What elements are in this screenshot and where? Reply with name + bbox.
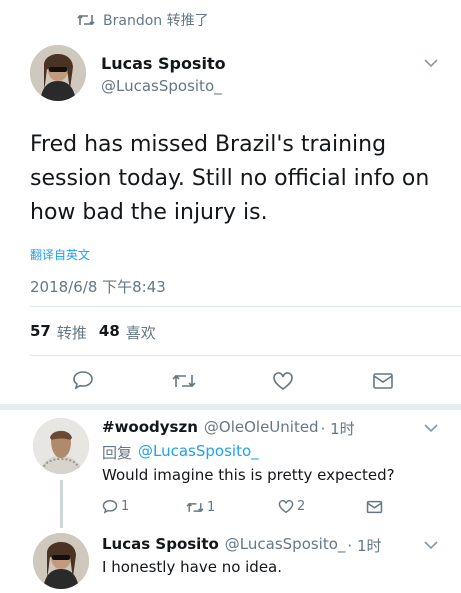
reply-icon[interactable]	[72, 370, 94, 390]
message-icon[interactable]	[366, 500, 383, 514]
retweet-icon[interactable]	[172, 372, 196, 390]
reply-icon[interactable]	[102, 499, 118, 514]
chevron-down-icon[interactable]	[423, 423, 439, 433]
like-icon[interactable]	[272, 371, 294, 391]
reply-header: #woodyszn @OleOleUnited · 1时	[102, 418, 355, 439]
author-name[interactable]: Lucas Sposito	[101, 54, 226, 73]
retweet-header: Brandon 转推了	[77, 10, 209, 30]
reply-prefix: 回复	[102, 444, 133, 462]
reply-text: Would imagine this is pretty expected?	[102, 466, 395, 484]
divider	[0, 404, 461, 410]
avatar[interactable]	[30, 45, 86, 101]
reply-context: 回复 @LucasSposito_	[102, 442, 259, 463]
avatar[interactable]	[33, 533, 89, 589]
reply-action-reply[interactable]: 1	[102, 499, 129, 514]
reply-author-name[interactable]: #woodyszn	[102, 418, 198, 439]
reply-author-handle[interactable]: @OleOleUnited	[204, 418, 319, 439]
retweet-count: 1	[207, 500, 216, 515]
retweet-header-text: Brandon 转推了	[103, 13, 209, 29]
retweet-icon	[77, 13, 95, 27]
retweet-count[interactable]: 57	[30, 322, 51, 343]
reply-author-handle[interactable]: @LucasSposito_	[225, 535, 346, 556]
reply-time[interactable]: · 1时	[321, 418, 355, 439]
chevron-down-icon[interactable]	[423, 540, 439, 550]
divider	[30, 355, 461, 356]
chevron-down-icon[interactable]	[423, 58, 439, 68]
reply-header: Lucas Sposito @LucasSposito_ · 1时	[102, 535, 382, 556]
retweet-icon[interactable]	[186, 501, 204, 514]
thread-line	[60, 480, 63, 528]
stats-row: 57 转推 48 喜欢	[30, 322, 156, 343]
message-icon[interactable]	[372, 372, 394, 390]
reply-mention[interactable]: @LucasSposito_	[138, 442, 259, 463]
like-count: 2	[297, 499, 306, 514]
like-icon[interactable]	[278, 499, 294, 514]
tweet-text: Fred has missed Brazil's training sessio…	[30, 132, 430, 225]
timestamp[interactable]: 2018/6/8 下午8:43	[30, 276, 166, 297]
like-count[interactable]: 48	[99, 322, 120, 343]
reply-count: 1	[121, 499, 130, 514]
reply-action-retweet[interactable]: 1	[186, 500, 215, 515]
reply-action-like[interactable]: 2	[278, 499, 305, 514]
reply-author-name[interactable]: Lucas Sposito	[102, 535, 219, 556]
retweet-label[interactable]: 转推	[57, 322, 87, 343]
like-label[interactable]: 喜欢	[126, 322, 156, 343]
avatar[interactable]	[33, 418, 89, 474]
divider	[30, 306, 461, 307]
reply-text: I honestly have no idea.	[102, 558, 283, 576]
reply-time[interactable]: · 1时	[347, 535, 381, 556]
author-handle[interactable]: @LucasSposito_	[101, 77, 222, 95]
translate-link[interactable]: 翻译自英文	[30, 246, 90, 263]
